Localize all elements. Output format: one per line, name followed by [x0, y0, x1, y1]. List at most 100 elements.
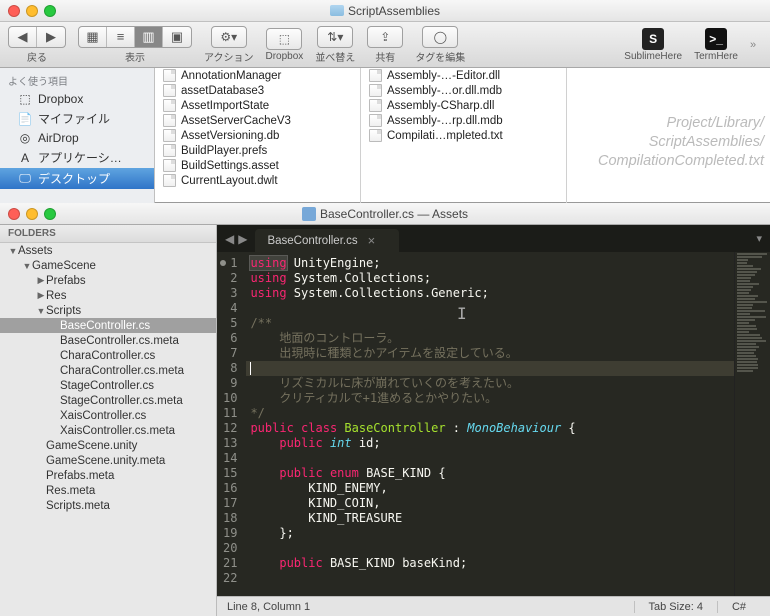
- next-tab-icon[interactable]: ▶: [238, 232, 247, 246]
- view-list-button[interactable]: ≡: [107, 27, 135, 47]
- document-icon: [369, 129, 382, 142]
- tab-label: BaseController.cs: [267, 235, 357, 247]
- tab-close-button[interactable]: ×: [368, 233, 376, 248]
- action-button[interactable]: ⚙▾: [211, 26, 247, 48]
- file-item[interactable]: AssetImportState: [155, 98, 360, 113]
- status-tabsize[interactable]: Tab Size: 4: [634, 601, 717, 613]
- finder-window: ScriptAssemblies ◀ ▶ 戻る ▦ ≡ ▥ ▣ 表示 ⚙▾アクシ…: [0, 0, 770, 203]
- sort-button[interactable]: ⇅▾: [317, 26, 353, 48]
- sidebar-item-icon: 🖵: [18, 172, 32, 186]
- document-icon: [369, 84, 382, 97]
- nav-back-button[interactable]: ◀: [9, 27, 37, 47]
- tree-item[interactable]: XaisController.cs: [0, 408, 216, 423]
- tree-item[interactable]: ▼GameScene: [0, 258, 216, 273]
- tree-item[interactable]: ▶Res: [0, 288, 216, 303]
- sublime-here-button[interactable]: S: [642, 28, 664, 50]
- tree-item[interactable]: XaisController.cs.meta: [0, 423, 216, 438]
- tree-item[interactable]: Res.meta: [0, 483, 216, 498]
- document-icon: [163, 114, 176, 127]
- tab-basecontroller[interactable]: BaseController.cs ×: [255, 229, 399, 252]
- tree-item[interactable]: StageController.cs: [0, 378, 216, 393]
- back-label: 戻る: [27, 49, 47, 64]
- sidebar-item-2[interactable]: ◎AirDrop: [0, 129, 154, 147]
- code-text[interactable]: using UnityEngine;using System.Collectio…: [246, 252, 734, 596]
- finder-columns: AnnotationManagerassetDatabase3AssetImpo…: [155, 68, 770, 203]
- line-gutter: 12345678910111213141516171819202122: [217, 252, 246, 596]
- minimize-window-button[interactable]: [26, 5, 38, 17]
- nav-back-forward[interactable]: ◀ ▶: [8, 26, 66, 48]
- toolbar-overflow-button[interactable]: »: [750, 39, 762, 51]
- tree-item[interactable]: ▼Scripts: [0, 303, 216, 318]
- tree-item[interactable]: BaseController.cs: [0, 318, 216, 333]
- document-icon: [163, 84, 176, 97]
- prev-tab-icon[interactable]: ◀: [225, 232, 234, 246]
- tree-item[interactable]: StageController.cs.meta: [0, 393, 216, 408]
- status-bar: Line 8, Column 1 Tab Size: 4 C#: [217, 596, 770, 616]
- tab-nav[interactable]: ◀▶: [217, 225, 255, 252]
- close-window-button[interactable]: [8, 5, 20, 17]
- finder-column-1[interactable]: AnnotationManagerassetDatabase3AssetImpo…: [155, 68, 361, 203]
- minimap[interactable]: [734, 252, 770, 596]
- sidebar-item-icon: ⬚: [18, 92, 32, 106]
- finder-titlebar[interactable]: ScriptAssemblies: [0, 0, 770, 22]
- sidebar-item-1[interactable]: 📄マイファイル: [0, 108, 154, 129]
- status-position[interactable]: Line 8, Column 1: [227, 601, 310, 613]
- file-item[interactable]: Assembly-…-Editor.dll: [361, 68, 566, 83]
- file-item[interactable]: AnnotationManager: [155, 68, 360, 83]
- file-item[interactable]: AssetServerCacheV3: [155, 113, 360, 128]
- finder-toolbar: ◀ ▶ 戻る ▦ ≡ ▥ ▣ 表示 ⚙▾アクション ⬚Dropbox ⇅▾並べ替…: [0, 22, 770, 68]
- sidebar-item-icon: ◎: [18, 131, 32, 145]
- share-button[interactable]: ⇪: [367, 26, 403, 48]
- sublime-window: BaseController.cs — Assets FOLDERS ▼Asse…: [0, 203, 770, 616]
- term-here-button[interactable]: >_: [705, 28, 727, 50]
- view-icon-button[interactable]: ▦: [79, 27, 107, 47]
- sidebar-item-icon: A: [18, 151, 32, 165]
- code-area[interactable]: 12345678910111213141516171819202122 usin…: [217, 252, 770, 596]
- tree-item[interactable]: CharaController.cs: [0, 348, 216, 363]
- sidebar-item-icon: 📄: [18, 112, 32, 126]
- tree-item[interactable]: Prefabs.meta: [0, 468, 216, 483]
- file-item[interactable]: BuildPlayer.prefs: [155, 143, 360, 158]
- tree-item[interactable]: ▶Prefabs: [0, 273, 216, 288]
- file-item[interactable]: assetDatabase3: [155, 83, 360, 98]
- file-item[interactable]: AssetVersioning.db: [155, 128, 360, 143]
- file-item[interactable]: Compilati…mpleted.txt: [361, 128, 566, 143]
- status-language[interactable]: C#: [717, 601, 760, 613]
- minimize-window-button[interactable]: [26, 208, 38, 220]
- nav-forward-button[interactable]: ▶: [37, 27, 65, 47]
- tab-menu-button[interactable]: ▾: [748, 225, 770, 252]
- file-item[interactable]: CurrentLayout.dwlt: [155, 173, 360, 188]
- sublime-sidebar: FOLDERS ▼Assets▼GameScene▶Prefabs▶Res▼Sc…: [0, 225, 217, 616]
- folders-header: FOLDERS: [0, 225, 216, 243]
- view-mode-segment[interactable]: ▦ ≡ ▥ ▣: [78, 26, 192, 48]
- tags-button[interactable]: ◯: [422, 26, 458, 48]
- file-item[interactable]: BuildSettings.asset: [155, 158, 360, 173]
- zoom-window-button[interactable]: [44, 5, 56, 17]
- view-column-button[interactable]: ▥: [135, 27, 163, 47]
- tree-item[interactable]: ▼Assets: [0, 243, 216, 258]
- sidebar-item-4[interactable]: 🖵デスクトップ: [0, 168, 154, 189]
- document-icon: [163, 159, 176, 172]
- dropbox-button[interactable]: ⬚: [266, 28, 302, 50]
- zoom-window-button[interactable]: [44, 208, 56, 220]
- file-item[interactable]: Assembly-…rp.dll.mdb: [361, 113, 566, 128]
- tree-item[interactable]: GameScene.unity.meta: [0, 453, 216, 468]
- sublime-titlebar[interactable]: BaseController.cs — Assets: [0, 203, 770, 225]
- tree-item[interactable]: GameScene.unity: [0, 438, 216, 453]
- finder-column-2[interactable]: Assembly-…-Editor.dllAssembly-…or.dll.md…: [361, 68, 567, 203]
- tree-item[interactable]: CharaController.cs.meta: [0, 363, 216, 378]
- sidebar-item-3[interactable]: Aアプリケーシ…: [0, 147, 154, 168]
- close-window-button[interactable]: [8, 208, 20, 220]
- sidebar-favorites-header: よく使う項目: [0, 68, 154, 90]
- finder-window-title: ScriptAssemblies: [0, 4, 770, 18]
- folder-icon: [330, 5, 344, 16]
- sublime-window-title: BaseController.cs — Assets: [0, 207, 770, 221]
- view-coverflow-button[interactable]: ▣: [163, 27, 191, 47]
- file-item[interactable]: Assembly-…or.dll.mdb: [361, 83, 566, 98]
- file-item[interactable]: Assembly-CSharp.dll: [361, 98, 566, 113]
- sidebar-item-0[interactable]: ⬚Dropbox: [0, 90, 154, 108]
- tree-item[interactable]: BaseController.cs.meta: [0, 333, 216, 348]
- document-icon: [163, 174, 176, 187]
- tree-item[interactable]: Scripts.meta: [0, 498, 216, 513]
- document-icon: [163, 69, 176, 82]
